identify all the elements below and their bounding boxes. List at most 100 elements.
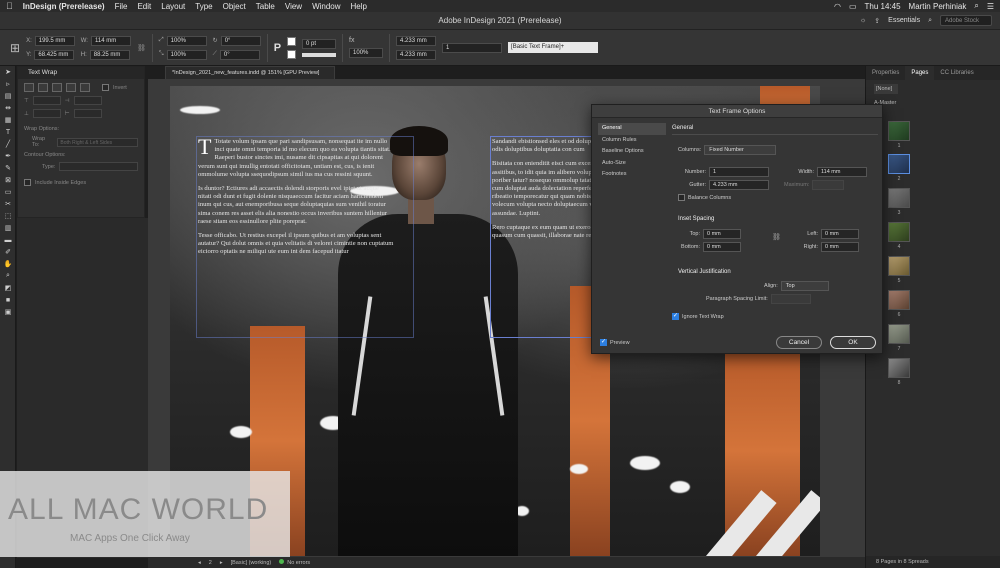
- page-thumbnail[interactable]: [888, 121, 910, 141]
- type-tool-icon[interactable]: T: [0, 126, 16, 138]
- tab-cc-libraries[interactable]: CC Libraries: [934, 66, 979, 80]
- gutter-field[interactable]: 4.233 mm: [709, 180, 769, 190]
- offset-right-field[interactable]: [73, 109, 102, 118]
- page-thumbnail[interactable]: [888, 358, 910, 378]
- next-page-icon[interactable]: ▸: [220, 560, 223, 566]
- menu-edit[interactable]: Edit: [137, 2, 151, 11]
- link-insets-icon[interactable]: ⛓: [772, 233, 781, 241]
- free-transform-tool-icon[interactable]: ⬚: [0, 210, 16, 222]
- spotlight-icon[interactable]: ⌕: [974, 1, 978, 11]
- content-collector-icon[interactable]: ▦: [0, 114, 16, 126]
- inset-top-field[interactable]: 0 mm: [703, 229, 741, 239]
- nav-column-rules[interactable]: Column Rules: [598, 135, 666, 147]
- search-icon[interactable]: ⌕: [928, 17, 932, 25]
- nav-baseline-options[interactable]: Baseline Options: [598, 146, 666, 158]
- battery-icon[interactable]: ▭: [849, 2, 857, 11]
- paragraph-spacing-limit-field[interactable]: [770, 294, 811, 304]
- effects-icon[interactable]: fx: [349, 37, 383, 44]
- page-thumbnail[interactable]: [888, 324, 910, 344]
- width-field[interactable]: 114 mm: [817, 167, 867, 177]
- menu-type[interactable]: Type: [195, 2, 212, 11]
- ok-button[interactable]: OK: [830, 336, 876, 349]
- offset-left-field[interactable]: [73, 96, 102, 105]
- wifi-icon[interactable]: ◠: [834, 2, 841, 11]
- nav-footnotes[interactable]: Footnotes: [598, 169, 666, 181]
- menu-help[interactable]: Help: [351, 2, 367, 11]
- preflight-status[interactable]: No errors: [279, 559, 310, 566]
- menubar-user[interactable]: Martin Perhiniak: [909, 2, 967, 11]
- screen-mode-icon[interactable]: ▣: [0, 306, 16, 318]
- inset-right-field[interactable]: 0 mm: [821, 242, 859, 252]
- control-center-icon[interactable]: ☰: [987, 2, 994, 11]
- opacity-field[interactable]: 100%: [349, 48, 384, 58]
- y-field[interactable]: 68.425 mm: [34, 49, 75, 60]
- document-tab[interactable]: *InDesign_2021_new_features.indd @ 151% …: [165, 66, 335, 79]
- document-state[interactable]: [Basic] (working): [231, 560, 272, 566]
- stroke-weight-field[interactable]: 0 pt: [302, 38, 337, 49]
- direct-selection-tool-icon[interactable]: ▹: [0, 78, 16, 90]
- width-field[interactable]: 114 mm: [90, 35, 131, 46]
- menu-view[interactable]: View: [285, 2, 302, 11]
- no-wrap-button[interactable]: [24, 83, 34, 92]
- page-thumbnail[interactable]: [888, 188, 910, 208]
- wrap-bounding-box-button[interactable]: [38, 83, 48, 92]
- scale-y-field[interactable]: 100%: [166, 49, 207, 60]
- wrap-to-select[interactable]: Both Right & Left Sides: [57, 137, 138, 147]
- rectangle-frame-tool-icon[interactable]: ⊠: [0, 174, 16, 186]
- rotate-field[interactable]: 0°: [220, 35, 261, 46]
- height-field[interactable]: 88.25 mm: [89, 49, 130, 60]
- stock-search-input[interactable]: Adobe Stock: [940, 15, 992, 26]
- page-tool-icon[interactable]: ▤: [0, 90, 16, 102]
- constrain-icon[interactable]: ⛓: [137, 44, 146, 52]
- tab-pages[interactable]: Pages: [905, 66, 935, 80]
- eyedropper-tool-icon[interactable]: ✐: [0, 246, 16, 258]
- line-tool-icon[interactable]: ╱: [0, 138, 16, 150]
- gradient-tool-icon[interactable]: ▥: [0, 222, 16, 234]
- ignore-text-wrap-checkbox[interactable]: [672, 312, 679, 320]
- workspace-switcher[interactable]: Essentials: [888, 17, 920, 24]
- menu-app-name[interactable]: InDesign (Prerelease): [23, 2, 105, 11]
- rectangle-tool-icon[interactable]: ▭: [0, 186, 16, 198]
- menu-layout[interactable]: Layout: [161, 2, 185, 11]
- align-select[interactable]: Top: [780, 281, 829, 291]
- jump-next-column-button[interactable]: [80, 83, 90, 92]
- shear-field[interactable]: 0°: [219, 49, 260, 60]
- page-number-field[interactable]: 2: [209, 560, 212, 566]
- type-on-path-icon[interactable]: P: [274, 42, 281, 54]
- invert-checkbox[interactable]: [102, 84, 109, 91]
- scissors-tool-icon[interactable]: ✂: [0, 198, 16, 210]
- contour-type-select[interactable]: [59, 162, 138, 171]
- gutter-height-field[interactable]: 4.233 mm: [396, 49, 437, 60]
- pencil-tool-icon[interactable]: ✎: [0, 162, 16, 174]
- columns-field[interactable]: 1: [442, 42, 503, 53]
- include-inside-edges-checkbox[interactable]: [24, 179, 31, 186]
- prev-page-icon[interactable]: ◂: [198, 560, 201, 566]
- maximum-field[interactable]: [812, 180, 845, 190]
- tab-properties[interactable]: Properties: [866, 66, 905, 80]
- menu-window[interactable]: Window: [312, 2, 340, 11]
- apply-color-icon[interactable]: ■: [0, 294, 16, 306]
- apple-icon[interactable]: : [6, 1, 13, 11]
- pen-tool-icon[interactable]: ✒: [0, 150, 16, 162]
- inset-bottom-field[interactable]: 0 mm: [703, 242, 741, 252]
- menu-object[interactable]: Object: [223, 2, 246, 11]
- master-a[interactable]: A-Master: [874, 100, 992, 106]
- gutter-width-field[interactable]: 4.233 mm: [396, 35, 437, 46]
- stroke-swatch[interactable]: [287, 49, 297, 59]
- share-icon[interactable]: ⇪: [874, 17, 880, 25]
- fill-swatch[interactable]: [287, 36, 297, 46]
- inset-left-field[interactable]: 0 mm: [821, 229, 859, 239]
- object-style-select[interactable]: [Basic Text Frame]+: [508, 42, 599, 53]
- master-none[interactable]: [None]: [874, 84, 898, 94]
- menubar-clock[interactable]: Thu 14:45: [865, 2, 901, 11]
- offset-top-field[interactable]: [32, 96, 61, 105]
- gap-tool-icon[interactable]: ⇹: [0, 102, 16, 114]
- balance-columns-checkbox[interactable]: [678, 194, 685, 201]
- cancel-button[interactable]: Cancel: [776, 336, 822, 349]
- stroke-type-select[interactable]: [302, 52, 337, 57]
- page-thumbnail[interactable]: [888, 256, 910, 276]
- offset-bottom-field[interactable]: [32, 109, 61, 118]
- text-frame-left[interactable]: T Totate volum ipsam que pari sandipsusam…: [198, 136, 394, 263]
- zoom-tool-icon[interactable]: ⌕: [0, 270, 16, 282]
- nav-general[interactable]: General: [598, 123, 666, 135]
